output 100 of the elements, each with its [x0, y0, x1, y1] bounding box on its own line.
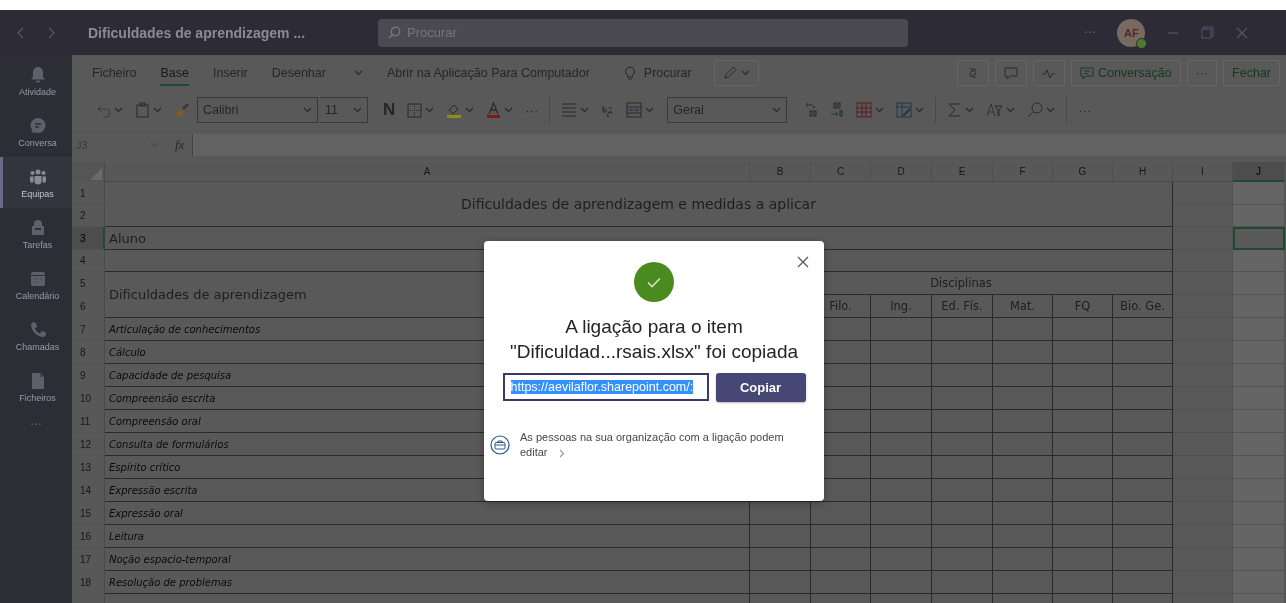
table-cell	[993, 387, 1053, 410]
rail-item[interactable]: Calendário	[0, 259, 72, 310]
more-commands-button[interactable]: ···	[1073, 96, 1097, 124]
avatar[interactable]: AF	[1117, 18, 1146, 47]
conversation-button[interactable]: Conversação	[1070, 60, 1181, 86]
chevron-down-icon	[303, 107, 312, 113]
row-header[interactable]: 15	[72, 502, 105, 525]
close-icon	[1236, 26, 1249, 39]
table-cell	[932, 364, 993, 387]
rail-item[interactable]: Equipas	[0, 157, 72, 208]
table-cell	[1053, 364, 1113, 387]
column-header[interactable]: G	[1053, 162, 1113, 182]
table-cell: Noção espacio-temporal	[105, 548, 750, 571]
chevron-down-icon	[1046, 107, 1056, 113]
column-header[interactable]: D	[871, 162, 932, 182]
formula-field[interactable]	[192, 134, 1286, 156]
row-header[interactable]: 11	[72, 410, 105, 433]
table-cell	[993, 364, 1053, 387]
search-icon	[388, 26, 401, 39]
comment-icon	[1003, 66, 1018, 80]
table-cell	[1053, 479, 1113, 502]
row-header[interactable]: 5	[72, 272, 105, 295]
table-cell	[1113, 548, 1173, 571]
select-all-button[interactable]	[72, 162, 105, 182]
rail-item[interactable]: Chamadas	[0, 310, 72, 361]
row-header[interactable]: 9	[72, 364, 105, 387]
column-header[interactable]: F	[993, 162, 1053, 182]
link-button[interactable]	[956, 60, 989, 86]
table-cell	[932, 571, 993, 594]
rail-item[interactable]: Conversa	[0, 106, 72, 157]
table-cell: Mat.	[993, 295, 1053, 318]
column-header[interactable]: J	[1233, 162, 1285, 182]
row-header[interactable]: 8	[72, 341, 105, 364]
row-header[interactable]: 7	[72, 318, 105, 341]
table-cell	[993, 433, 1053, 456]
table-cell	[811, 548, 871, 571]
column-header[interactable]: B	[750, 162, 811, 182]
conditional-format-icon	[856, 102, 873, 118]
chevron-down-icon	[580, 107, 590, 113]
close-file-button[interactable]: Fechar	[1223, 60, 1280, 86]
table-cell	[750, 525, 811, 548]
table-cell	[932, 548, 993, 571]
active-cell[interactable]	[1233, 227, 1285, 250]
chevron-down-icon	[353, 70, 363, 76]
more-options-button[interactable]: ···	[1084, 25, 1096, 40]
more-apps-button[interactable]: ···	[0, 412, 72, 432]
column-header[interactable]: H	[1113, 162, 1173, 182]
chevron-down-icon	[465, 107, 475, 113]
table-cell	[932, 341, 993, 364]
more-button[interactable]: ···	[1186, 60, 1218, 86]
table-cell	[993, 410, 1053, 433]
table-cell	[993, 502, 1053, 525]
table-cell	[1053, 433, 1113, 456]
column-header[interactable]: E	[932, 162, 993, 182]
rail-item[interactable]: Ficheiros	[0, 361, 72, 412]
table-cell	[1113, 525, 1173, 548]
column-header[interactable]: I	[1173, 162, 1233, 182]
comment-button[interactable]	[994, 60, 1027, 86]
row-header[interactable]: 14	[72, 479, 105, 502]
rail-item[interactable]: Tarefas	[0, 208, 72, 259]
row-header[interactable]: 6	[72, 295, 105, 318]
table-cell	[871, 318, 932, 341]
table-cell	[1113, 387, 1173, 410]
format-painter-icon	[174, 102, 190, 118]
table-cell: Resolução de problemas	[105, 571, 750, 594]
table-cell	[993, 548, 1053, 571]
column-header[interactable]: A	[105, 162, 750, 182]
copy-button[interactable]: Copiar	[715, 373, 806, 402]
editing-mode-button[interactable]	[713, 60, 759, 86]
borders-icon	[407, 102, 423, 118]
table-cell	[932, 456, 993, 479]
row-header[interactable]: 10	[72, 387, 105, 410]
row-header[interactable]: 4	[72, 250, 105, 272]
table-cell	[932, 479, 993, 502]
table-cell: Leitura	[105, 525, 750, 548]
row-header[interactable]: 3	[72, 227, 105, 250]
ribbon-tab[interactable]: Base	[160, 60, 189, 86]
table-cell	[1113, 410, 1173, 433]
row-header[interactable]: 16	[72, 525, 105, 548]
row-header[interactable]: 18	[72, 571, 105, 594]
row-header[interactable]: 13	[72, 456, 105, 479]
forward-icon	[48, 26, 56, 39]
table-cell	[1053, 410, 1113, 433]
row-header[interactable]: 2	[72, 205, 105, 227]
more-commands-button[interactable]: ···	[520, 96, 544, 124]
row-header[interactable]: 1	[72, 182, 105, 205]
row-header[interactable]: 12	[72, 433, 105, 456]
row-header[interactable]: 17	[72, 548, 105, 571]
chevron-down-icon	[1006, 107, 1016, 113]
activity-button[interactable]	[1032, 60, 1065, 86]
chevron-down-icon	[875, 107, 885, 113]
table-cell	[811, 502, 871, 525]
table-cell	[1173, 227, 1233, 250]
table-cell	[871, 410, 932, 433]
table-cell	[1053, 525, 1113, 548]
search-icon	[1027, 102, 1044, 118]
column-header[interactable]: C	[811, 162, 871, 182]
rail-item[interactable]: Atividade	[0, 55, 72, 106]
url-field[interactable]: https://aevilaflor.sharepoint.com/:	[502, 373, 709, 401]
sheet-title: Dificuldades de aprendizagem e medidas a aplicar	[105, 182, 1173, 227]
